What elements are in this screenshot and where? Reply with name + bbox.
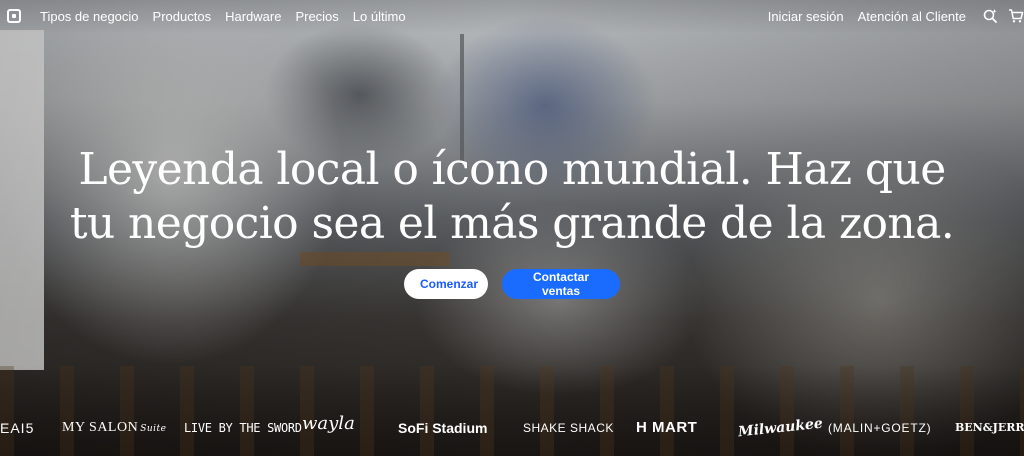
brand-logo-wayla: wayla (302, 413, 355, 434)
nav-right-links: Iniciar sesión Atención al Cliente (768, 9, 966, 25)
nav-link-tipos-de-negocio[interactable]: Tipos de negocio (40, 9, 139, 25)
customer-logos-strip: EAI5 MY SALON Suite LIVE BY THE SWORD way… (0, 414, 1024, 444)
comenzar-button[interactable]: Comenzar (404, 269, 488, 299)
nav-left-links: Tipos de negocio Productos Hardware Prec… (40, 9, 406, 25)
background-bench (300, 252, 450, 266)
contactar-ventas-button[interactable]: Contactar ventas (502, 269, 620, 299)
brand-logo-milwaukee: Milwaukee (737, 415, 824, 441)
nav-link-precios[interactable]: Precios (295, 9, 338, 25)
search-sparkle-icon[interactable] (982, 8, 998, 24)
brand-logo-shake-shack: SHAKE SHACK (523, 421, 614, 435)
nav-link-productos[interactable]: Productos (153, 9, 212, 25)
brand-logo-my-salon-text: MY SALON (62, 420, 139, 435)
brand-logo-live-by-the-sword: LIVE BY THE SWORD (184, 421, 302, 435)
hero-cta-group: Comenzar Contactar ventas (0, 269, 1024, 299)
nav-link-atencion-al-cliente[interactable]: Atención al Cliente (858, 9, 966, 25)
hero-headline: Leyenda local o ícono mundial. Haz que t… (0, 143, 1024, 251)
brand-logo-my-salon: MY SALON Suite (62, 420, 167, 437)
nav-link-iniciar-sesion[interactable]: Iniciar sesión (768, 9, 844, 25)
brand-logo-sofi-stadium: SoFi Stadium (398, 420, 488, 436)
brand-logo-my-salon-suite: Suite (140, 424, 167, 434)
hero-headline-line-1: Leyenda local o ícono mundial. Haz que (78, 144, 946, 195)
cart-icon[interactable] (1008, 8, 1024, 24)
brand-logo-ben-jerry: BEN&JERRY (955, 421, 1024, 434)
nav-link-hardware[interactable]: Hardware (225, 9, 281, 25)
nav-link-lo-ultimo[interactable]: Lo último (353, 9, 406, 25)
top-navigation: Tipos de negocio Productos Hardware Prec… (0, 0, 1024, 34)
logo-square-icon[interactable] (7, 9, 21, 23)
hero-headline-line-2: tu negocio sea el más grande de la zona. (69, 198, 955, 249)
brand-logo-malin-goetz: (MALIN+GOETZ) (828, 421, 932, 435)
brand-logo-h-mart: H MART (636, 419, 698, 436)
brand-logo-eai5: EAI5 (0, 420, 35, 436)
